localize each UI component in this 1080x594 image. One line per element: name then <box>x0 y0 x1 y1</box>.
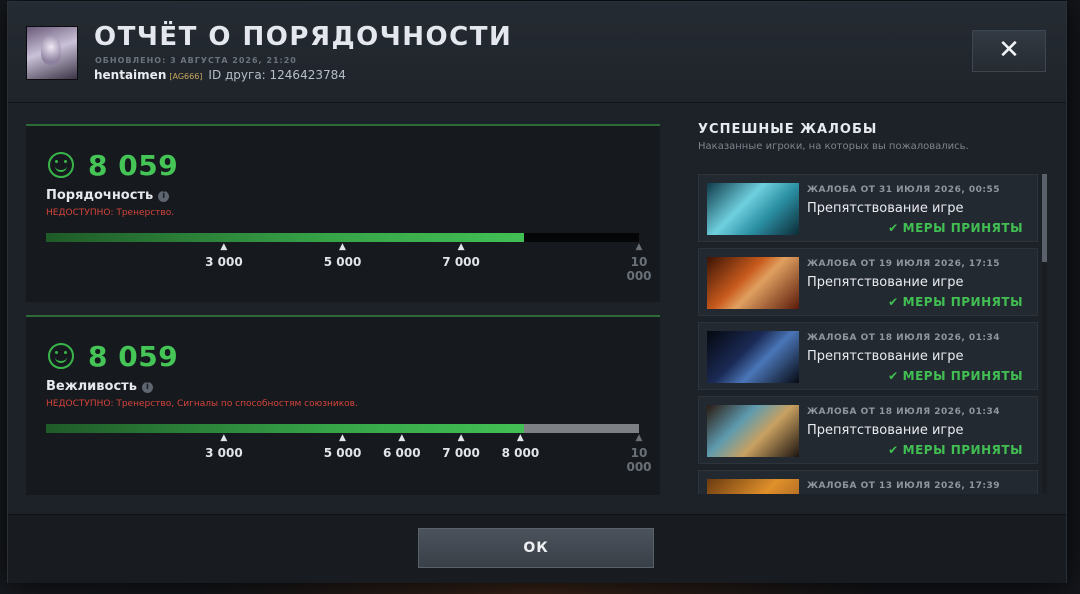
progress-fill <box>46 424 524 433</box>
progress-bar <box>46 424 639 433</box>
hero-thumbnail <box>707 479 799 494</box>
reports-subtitle: Наказанные игроки, на которых вы пожалов… <box>698 141 969 152</box>
triangle-up-icon: ▲ <box>635 433 643 443</box>
status-text: МЕРЫ ПРИНЯТЫ <box>902 295 1023 309</box>
triangle-up-icon: ▲ <box>220 242 228 252</box>
tick-value: 10 000 <box>626 446 652 474</box>
triangle-up-icon: ▲ <box>457 242 465 252</box>
username[interactable]: hentaimen <box>94 68 166 82</box>
tick-value: 3 000 <box>205 446 243 460</box>
unavailable-notice: НЕДОСТУПНО: Тренерство. <box>46 208 175 218</box>
tick-label: ▲ 6 000 <box>383 433 421 460</box>
hero-thumbnail <box>707 405 799 457</box>
reports-header: УСПЕШНЫЕ ЖАЛОБЫ Наказанные игроки, на ко… <box>698 122 1048 152</box>
tick-label: ▲ 10 000 <box>622 433 656 474</box>
list-item[interactable]: ЖАЛОБА ОТ 31 ИЮЛЯ 2026, 00:55 Препятство… <box>698 174 1038 242</box>
hero-thumbnail <box>707 331 799 383</box>
reports-title: УСПЕШНЫЕ ЖАЛОБЫ <box>698 122 878 137</box>
tick-label: ▲ 3 000 <box>205 433 243 460</box>
user-info: hentaimen [AG666] ID друга: 1246423784 <box>94 68 346 82</box>
check-icon: ✔ <box>888 295 899 309</box>
smiley-icon <box>48 152 74 178</box>
info-icon[interactable]: i <box>141 382 153 393</box>
status-text: МЕРЫ ПРИНЯТЫ <box>902 443 1023 457</box>
tick-value: 7 000 <box>442 255 480 269</box>
metric-label: Вежливость i <box>46 379 153 394</box>
list-item[interactable]: ЖАЛОБА ОТ 18 ИЮЛЯ 2026, 01:34 Препятство… <box>698 396 1038 464</box>
report-date: ЖАЛОБА ОТ 18 ИЮЛЯ 2026, 01:34 <box>807 333 1001 343</box>
unavailable-notice: НЕДОСТУПНО: Тренерство, Сигналы по спосо… <box>46 399 358 409</box>
smiley-icon <box>48 343 74 369</box>
tick-value: 3 000 <box>205 255 243 269</box>
triangle-up-icon: ▲ <box>398 433 406 443</box>
info-icon[interactable]: i <box>158 191 170 202</box>
status-text: МЕРЫ ПРИНЯТЫ <box>902 221 1023 235</box>
dialog-footer: ОК <box>8 514 1066 583</box>
guild-tag: [AG666] <box>169 72 203 81</box>
metric-panel-politeness: 8 059 Вежливость i НЕДОСТУПНО: Тренерство… <box>26 315 660 495</box>
report-date: ЖАЛОБА ОТ 19 ИЮЛЯ 2026, 17:15 <box>807 259 1001 269</box>
status-badge: ✔ МЕРЫ ПРИНЯТЫ <box>888 221 1023 235</box>
progress-fill <box>46 233 524 242</box>
tick-value: 10 000 <box>626 255 652 283</box>
triangle-up-icon: ▲ <box>457 433 465 443</box>
check-icon: ✔ <box>888 369 899 383</box>
report-date: ЖАЛОБА ОТ 31 ИЮЛЯ 2026, 00:55 <box>807 185 1001 195</box>
triangle-up-icon: ▲ <box>220 433 228 443</box>
tick-value: 7 000 <box>442 446 480 460</box>
reports-list[interactable]: ЖАЛОБА ОТ 31 ИЮЛЯ 2026, 00:55 Препятство… <box>698 174 1038 494</box>
close-icon: ✕ <box>998 35 1020 65</box>
list-item[interactable]: ЖАЛОБА ОТ 19 ИЮЛЯ 2026, 17:15 Препятство… <box>698 248 1038 316</box>
tick-label: ▲ 8 000 <box>502 433 540 460</box>
report-reason: Препятствование игре <box>807 201 964 216</box>
metric-label-text: Вежливость <box>46 379 137 394</box>
politeness-score: 8 059 <box>88 339 179 373</box>
updated-timestamp: ОБНОВЛЕНО: 3 АВГУСТА 2026, 21:20 <box>95 56 297 65</box>
tick-label: ▲ 5 000 <box>324 242 362 269</box>
hero-thumbnail <box>707 183 799 235</box>
conduct-score: 8 059 <box>88 148 179 182</box>
close-button[interactable]: ✕ <box>972 30 1046 72</box>
tick-label: ▲ 10 000 <box>622 242 656 283</box>
status-badge: ✔ МЕРЫ ПРИНЯТЫ <box>888 295 1023 309</box>
triangle-up-icon: ▲ <box>516 433 524 443</box>
list-item[interactable]: ЖАЛОБА ОТ 18 ИЮЛЯ 2026, 01:34 Препятство… <box>698 322 1038 390</box>
tick-value: 6 000 <box>383 446 421 460</box>
scrollbar-thumb[interactable] <box>1042 174 1047 262</box>
triangle-up-icon: ▲ <box>339 242 346 252</box>
avatar <box>26 26 78 80</box>
dialog-header: ОТЧЁТ О ПОРЯДОЧНОСТИ ОБНОВЛЕНО: 3 АВГУСТ… <box>8 2 1066 103</box>
conduct-report-dialog: ОТЧЁТ О ПОРЯДОЧНОСТИ ОБНОВЛЕНО: 3 АВГУСТ… <box>8 2 1066 583</box>
tick-value: 5 000 <box>323 446 362 460</box>
tick-value: 8 000 <box>501 446 540 460</box>
status-text: МЕРЫ ПРИНЯТЫ <box>902 369 1023 383</box>
page-title: ОТЧЁТ О ПОРЯДОЧНОСТИ <box>94 22 513 52</box>
score-row: 8 059 <box>48 339 178 373</box>
metric-label: Порядочность i <box>46 188 170 203</box>
report-reason: Препятствование игре <box>807 275 964 290</box>
status-badge: ✔ МЕРЫ ПРИНЯТЫ <box>888 443 1023 457</box>
report-date: ЖАЛОБА ОТ 18 ИЮЛЯ 2026, 01:34 <box>807 407 1001 417</box>
triangle-up-icon: ▲ <box>635 242 643 252</box>
report-reason: Препятствование игре <box>807 349 964 364</box>
list-item[interactable]: ЖАЛОБА ОТ 13 ИЮЛЯ 2026, 17:39 <box>698 470 1038 494</box>
score-row: 8 059 <box>48 148 178 182</box>
status-badge: ✔ МЕРЫ ПРИНЯТЫ <box>888 369 1023 383</box>
tick-value: 5 000 <box>323 255 362 269</box>
check-icon: ✔ <box>888 443 899 457</box>
check-icon: ✔ <box>888 221 899 235</box>
triangle-up-icon: ▲ <box>339 433 346 443</box>
progress-bar <box>46 233 639 242</box>
metric-panel-conduct: 8 059 Порядочность i НЕДОСТУПНО: Тренерст… <box>26 124 660 302</box>
tick-label: ▲ 7 000 <box>442 433 480 460</box>
hero-thumbnail <box>707 257 799 309</box>
tick-label: ▲ 5 000 <box>324 433 362 460</box>
metric-label-text: Порядочность <box>46 188 154 203</box>
tick-label: ▲ 7 000 <box>442 242 480 269</box>
friend-id: ID друга: 1246423784 <box>208 68 346 82</box>
tick-label: ▲ 3 000 <box>205 242 243 269</box>
report-date: ЖАЛОБА ОТ 13 ИЮЛЯ 2026, 17:39 <box>807 481 1001 491</box>
ok-button[interactable]: ОК <box>418 528 654 568</box>
report-reason: Препятствование игре <box>807 423 964 438</box>
